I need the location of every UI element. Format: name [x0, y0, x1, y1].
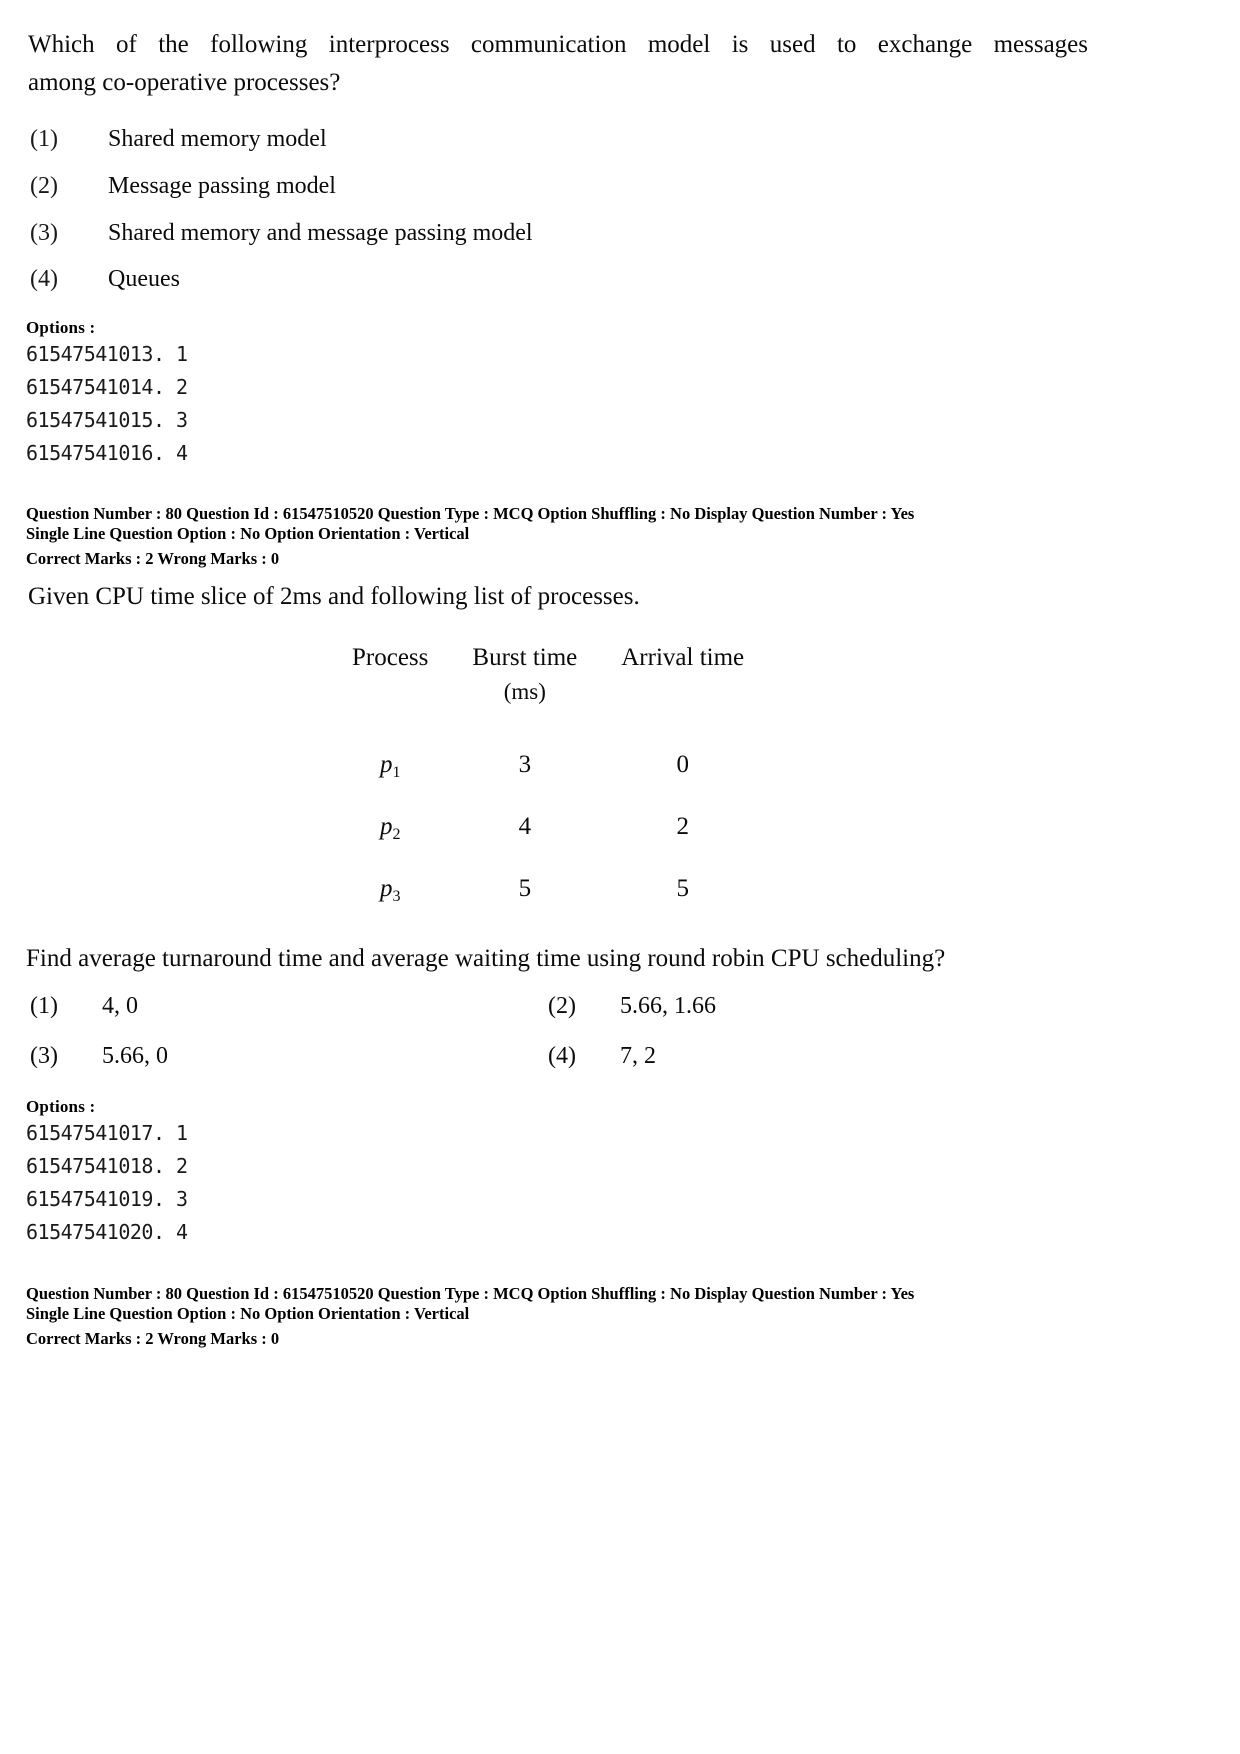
question2-choice-1-text: 4, 0: [102, 993, 138, 1019]
question1-choice-1[interactable]: (1) Shared memory model: [30, 124, 327, 154]
question1-option-code-3: 61547541015. 3: [26, 408, 188, 432]
process-table-unit-process: [330, 672, 450, 712]
question2-choice-2[interactable]: (2) 5.66, 1.66: [548, 991, 716, 1021]
burst-time-cell: 3: [518, 751, 532, 778]
question1-choice-3-text: Shared memory and message passing model: [108, 220, 533, 246]
burst-time-cell: 4: [518, 813, 532, 840]
question2-choice-3-text: 5.66, 0: [102, 1043, 168, 1069]
process-table: Process Burst time Arrival time (ms) p1 …: [330, 644, 766, 920]
process-name-p3: p3: [379, 875, 401, 905]
process-cell: p1: [330, 734, 450, 796]
spacer-cell: [599, 712, 766, 734]
process-table-header-burst: Burst time: [472, 644, 578, 671]
process-table-spacer-row: [330, 712, 766, 734]
process-index: 2: [392, 826, 401, 843]
question1-option-code-1: 61547541013. 1: [26, 342, 188, 366]
question2-choice-2-text: 5.66, 1.66: [620, 993, 716, 1019]
process-table-unit-burst: (ms): [503, 679, 546, 704]
question1-choice-4-text: Queues: [108, 266, 180, 292]
question1-choice-3-number: (3): [30, 220, 58, 246]
question1-option-code-2: 61547541014. 2: [26, 375, 188, 399]
question1-meta-line2: Single Line Question Option : No Option …: [26, 524, 470, 543]
process-cell: p2: [330, 796, 450, 858]
process-table-head: Process Burst time Arrival time (ms): [330, 644, 766, 734]
process-cell: p3: [330, 858, 450, 920]
question1-choice-2-number: (2): [30, 173, 58, 199]
question2-choice-4-number: (4): [548, 1043, 576, 1069]
question1-stem-line1: Which of the following interprocess comm…: [28, 31, 1088, 58]
question1-choice-3[interactable]: (3) Shared memory and message passing mod…: [30, 218, 533, 248]
process-letter: p: [379, 875, 393, 902]
question2-meta-line2: Single Line Question Option : No Option …: [26, 1304, 470, 1323]
spacer-cell: [450, 712, 599, 734]
process-table-unit-row: (ms): [330, 672, 766, 712]
question2-choice-1[interactable]: (1) 4, 0: [30, 991, 138, 1021]
process-table-unit-arrival: [599, 672, 766, 712]
question1-meta-line3: Correct Marks : 2 Wrong Marks : 0: [26, 549, 280, 568]
process-letter: p: [379, 813, 393, 840]
question2-option-code-2: 61547541018. 2: [26, 1154, 188, 1178]
table-row: p2 4 2: [330, 796, 766, 858]
question1-option-code-4: 61547541016. 4: [26, 441, 188, 465]
question2-option-code-4: 61547541020. 4: [26, 1220, 188, 1244]
burst-time-cell: 5: [518, 875, 532, 902]
question1-choice-1-text: Shared memory model: [108, 126, 327, 152]
question2-choice-3[interactable]: (3) 5.66, 0: [30, 1041, 168, 1071]
table-row: p3 5 5: [330, 858, 766, 920]
question1-stem: Which of the following interprocess comm…: [28, 26, 1088, 102]
question2-option-code-3: 61547541019. 3: [26, 1187, 188, 1211]
process-name-p2: p2: [379, 813, 401, 843]
question2-prompt: Find average turnaround time and average…: [26, 945, 946, 972]
question1-choice-4-number: (4): [30, 266, 58, 292]
question2-choice-1-number: (1): [30, 993, 58, 1019]
process-table-header-process: Process: [352, 644, 429, 671]
process-table-header-row: Process Burst time Arrival time: [330, 644, 766, 672]
process-table-body: p1 3 0 p2 4 2 p3 5 5: [330, 734, 766, 920]
process-index: 3: [392, 888, 401, 905]
question2-choice-4[interactable]: (4) 7, 2: [548, 1041, 656, 1071]
process-letter: p: [379, 751, 393, 778]
question2-meta-line3: Correct Marks : 2 Wrong Marks : 0: [26, 1329, 280, 1348]
question2-meta-line1: Question Number : 80 Question Id : 61547…: [26, 1284, 915, 1303]
table-row: p1 3 0: [330, 734, 766, 796]
process-table-header-arrival: Arrival time: [621, 644, 745, 671]
question1-meta-line1: Question Number : 80 Question Id : 61547…: [26, 504, 915, 523]
question1-choice-2-text: Message passing model: [108, 173, 336, 199]
process-name-p1: p1: [379, 751, 401, 781]
question1-choice-2[interactable]: (2) Message passing model: [30, 171, 336, 201]
question2-stem: Given CPU time slice of 2ms and followin…: [28, 583, 640, 610]
question1-options-label: Options :: [26, 318, 96, 337]
question2-option-code-1: 61547541017. 1: [26, 1121, 188, 1145]
question2-choice-2-number: (2): [548, 993, 576, 1019]
question2-options-label: Options :: [26, 1097, 96, 1116]
process-index: 1: [392, 764, 401, 781]
question2-choice-3-number: (3): [30, 1043, 58, 1069]
question1-stem-line2: among co-operative processes?: [28, 69, 341, 96]
arrival-time-cell: 5: [676, 875, 689, 902]
arrival-time-cell: 0: [676, 751, 689, 778]
question1-choice-4[interactable]: (4) Queues: [30, 264, 180, 294]
question1-choice-1-number: (1): [30, 126, 58, 152]
exam-paper-page: Which of the following interprocess comm…: [0, 0, 1240, 1754]
arrival-time-cell: 2: [676, 813, 689, 840]
spacer-cell: [330, 712, 450, 734]
question2-choice-4-text: 7, 2: [620, 1043, 656, 1069]
